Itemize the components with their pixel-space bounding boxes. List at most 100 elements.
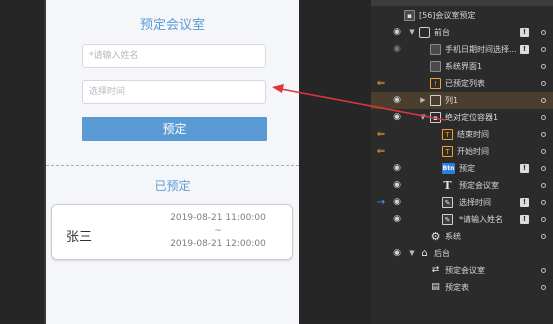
panel-header-strip [371,0,553,6]
booking-start-time: 2019-08-21 11:00:00 [170,213,266,223]
layer-label: 开始时间 [457,147,489,156]
chevron-down-icon[interactable]: ▼ [407,24,417,41]
status-dot-icon[interactable] [541,217,546,222]
layer-row-booking-table[interactable]: ▤ 预定表 [371,279,553,296]
layer-row-end-time[interactable]: ⇐ T 结束时间 [371,126,553,143]
phone-icon [419,27,430,38]
time-select-input[interactable]: 选择时间 [82,80,266,104]
eye-icon[interactable]: ◉ [391,211,403,228]
warning-badge-icon: ! [520,28,529,37]
layer-label: 后台 [434,249,450,258]
layer-row-select-time[interactable]: → ◉ ✎ 选择时间 ! [371,194,553,211]
arrow-right-icon: → [376,197,386,208]
layer-row-booked-list[interactable]: ⇐ ! 已预定列表 [371,75,553,92]
status-dot-icon[interactable] [541,81,546,86]
eye-icon[interactable]: ◉ [391,177,403,194]
status-dot-icon[interactable] [541,234,546,239]
layer-row-book-button[interactable]: ◉ Btn 预定 ! [371,160,553,177]
status-dot-icon[interactable] [541,285,546,290]
booking-end-time: 2019-08-21 12:00:00 [170,239,266,249]
text-icon: T [442,129,453,140]
chevron-right-icon[interactable]: ▶ [418,92,428,109]
status-dot-icon[interactable] [541,64,546,69]
status-dot-icon[interactable] [541,183,546,188]
status-dot-icon[interactable] [541,268,546,273]
database-icon: ▤ [431,282,440,292]
arrow-left-icon: ⇐ [376,129,386,140]
phone-preview: 预定会议室 *请输入姓名 选择时间 预定 已预定 张三 2019-08-21 1… [46,0,299,324]
layers-panel: ▪ [56]会议室预定 ◉ ▼ 前台 ! ◉ 手机日期时间选择... ! 系统界… [371,0,553,324]
layer-label: 选择时间 [459,198,491,207]
layer-row-start-time[interactable]: ⇐ T 开始时间 [371,143,553,160]
eye-icon[interactable]: ◉ [391,92,403,109]
warning-badge-icon: ! [520,198,529,207]
layer-label: 结束时间 [457,130,489,139]
booking-person-name: 张三 [66,230,93,245]
edit-icon: ✎ [442,197,453,208]
eye-icon[interactable]: ◉ [391,245,403,262]
layer-row-project[interactable]: ▪ [56]会议室预定 [371,7,553,24]
page-icon [430,44,441,55]
layer-row-form-title[interactable]: ◉ T 预定会议室 [371,177,553,194]
layer-row-system-page[interactable]: 系统界面1 [371,58,553,75]
form-title: 预定会议室 [139,18,205,33]
status-dot-icon[interactable] [541,115,546,120]
layer-label: 预定 [459,164,475,173]
swap-icon: ⇄ [431,265,440,275]
layer-row-absolute-container[interactable]: ◉ ▼ ▪ 绝对定位容器1 [371,109,553,126]
layer-row-backend[interactable]: ◉ ▼ ⌂ 后台 [371,245,553,262]
canvas-background-right [299,0,371,324]
eye-hidden-icon[interactable]: ◉ [391,41,403,58]
arrow-left-icon: ⇐ [376,146,386,157]
eye-icon[interactable]: ◉ [391,109,403,126]
layer-row-column1[interactable]: ◉ ▶ 列1 [371,92,553,109]
warning-badge-icon: ! [520,45,529,54]
layer-label: 已预定列表 [445,79,485,88]
booking-form: 预定会议室 *请输入姓名 选择时间 预定 [46,0,299,165]
layer-row-frontend[interactable]: ◉ ▼ 前台 ! [371,24,553,41]
layer-row-backend-booking[interactable]: ⇄ 预定会议室 [371,262,553,279]
text-icon: T [443,179,452,192]
booking-card[interactable]: 张三 2019-08-21 11:00:00 ~ 2019-08-21 12:0… [51,204,293,260]
folder-icon: ▪ [404,10,415,21]
layer-label: 列1 [445,96,459,105]
warning-icon: ! [430,78,441,89]
eye-icon[interactable]: ◉ [391,160,403,177]
section-divider [46,165,299,166]
status-dot-icon[interactable] [541,200,546,205]
status-dot-icon[interactable] [541,30,546,35]
layer-label: 绝对定位容器1 [445,113,499,122]
layer-label: 系统 [445,232,461,241]
container-icon: ▪ [430,112,441,123]
book-button[interactable]: 预定 [82,117,267,141]
text-icon: T [442,146,453,157]
layer-row-system[interactable]: ⚙ 系统 [371,228,553,245]
layer-label: 前台 [434,28,450,37]
layer-row-name-input[interactable]: ◉ ✎ *请输入姓名 ! [371,211,553,228]
layer-label: *请输入姓名 [459,215,503,224]
page-icon [430,61,441,72]
booked-section-title: 已预定 [154,179,191,193]
name-input[interactable]: *请输入姓名 [82,44,266,68]
status-dot-icon[interactable] [541,98,546,103]
gear-icon: ⚙ [430,230,441,243]
list-icon [430,95,441,106]
eye-icon[interactable]: ◉ [391,194,403,211]
layer-label: 预定会议室 [459,181,499,190]
home-icon: ⌂ [421,248,428,259]
layer-label: 手机日期时间选择... [445,45,517,54]
status-dot-icon[interactable] [541,132,546,137]
warning-badge-icon: ! [520,164,529,173]
layer-label: 系统界面1 [445,62,483,71]
eye-icon[interactable]: ◉ [391,24,403,41]
chevron-down-icon[interactable]: ▼ [407,245,417,262]
warning-badge-icon: ! [520,215,529,224]
status-dot-icon[interactable] [541,149,546,154]
chevron-down-icon[interactable]: ▼ [418,109,428,126]
edit-icon: ✎ [442,214,453,225]
status-dot-icon[interactable] [541,166,546,171]
layer-label: 预定会议室 [445,266,485,275]
status-dot-icon[interactable] [541,47,546,52]
canvas-background-left [0,0,46,324]
layer-row-datetime-picker[interactable]: ◉ 手机日期时间选择... ! [371,41,553,58]
